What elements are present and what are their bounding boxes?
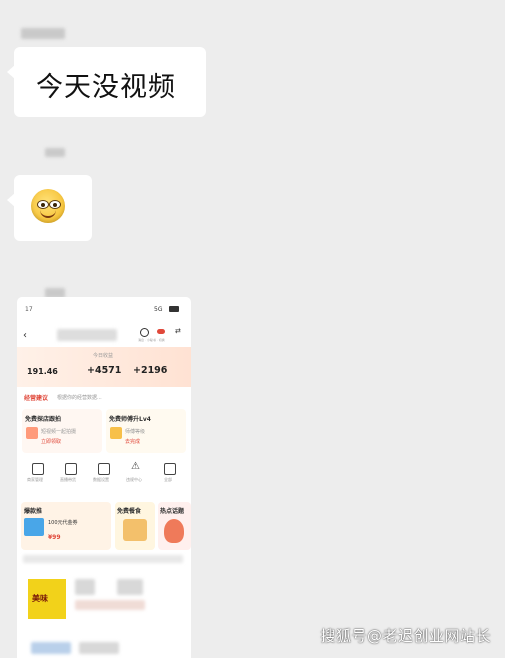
tool-item[interactable]: ⚠ 违规中心 (126, 461, 150, 487)
message-text: 今天没视频 (36, 72, 176, 103)
message-image-phone-screenshot[interactable]: 17 5G ‹ ⇄ 消息 · 小秘书 · 切换 今日收益 191.46 +457… (17, 297, 191, 658)
promo-card[interactable]: 免费餐食 (115, 502, 155, 550)
sender-name (45, 148, 65, 157)
tool-item[interactable]: 商家管理 (27, 463, 51, 487)
warning-icon: ⚠ (131, 461, 140, 472)
promo-card[interactable]: 爆款推 100元代金券 ¥99 (21, 502, 111, 550)
switch-icon[interactable]: ⇄ (175, 327, 181, 335)
task-card[interactable]: 免费探店跟拍 短视频一起拍摄 立即领取 (22, 409, 102, 453)
battery-icon (169, 306, 179, 312)
status-signal: 5G (154, 306, 163, 313)
watermark-text: 搜狐号@老迟创业网站长 (320, 627, 491, 645)
advice-label: 经营建议 (24, 395, 49, 402)
stat-value-2: +4571 (87, 365, 122, 376)
status-time: 17 (25, 306, 33, 313)
promo-card[interactable]: 热点话题 (158, 502, 191, 550)
task-card[interactable]: 免费师傅升Lv4 师傅等级 去完成 (106, 409, 186, 453)
doc-icon (98, 463, 110, 475)
shop-icon (32, 463, 44, 475)
stat-value-1: 191.46 (27, 367, 58, 376)
back-icon[interactable]: ‹ (23, 330, 27, 341)
message-bubble-emoji[interactable] (7, 175, 92, 241)
product-thumbnail[interactable]: 美味 (28, 579, 66, 619)
service-icon[interactable] (140, 328, 149, 337)
tool-item[interactable]: 直播带货 (60, 463, 84, 487)
sender-name (21, 28, 65, 39)
stats-card[interactable]: 今日收益 191.46 +4571 +2196 (17, 347, 191, 387)
tool-item[interactable]: 数据设置 (93, 463, 117, 487)
smirk-emoji-icon (31, 189, 65, 223)
message-icon[interactable] (157, 329, 165, 334)
stats-caption: 今日收益 (93, 353, 114, 359)
message-bubble-text[interactable]: 今天没视频 (7, 47, 206, 117)
video-icon (65, 463, 77, 475)
tool-item[interactable]: 全部 (159, 463, 183, 487)
grid-icon (164, 463, 176, 475)
shop-name (57, 329, 117, 341)
advice-text: 根据你的经营数据... (57, 395, 102, 401)
stat-value-3: +2196 (133, 365, 168, 376)
